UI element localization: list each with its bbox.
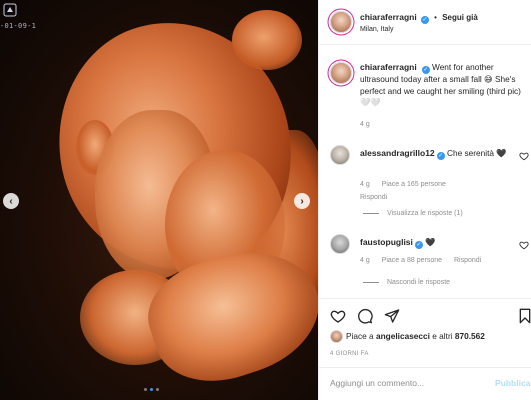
caption-time[interactable]: 4 g	[360, 121, 370, 128]
comment-likes[interactable]: Piace a 88 persone	[382, 257, 442, 264]
chevron-right-icon: ›	[300, 195, 304, 207]
reply-button[interactable]: Rispondi	[360, 194, 387, 201]
add-comment-bar: Pubblica	[319, 367, 531, 400]
liker-username[interactable]: angelicasecci	[376, 331, 430, 341]
post-location[interactable]: Milan, Italy	[360, 26, 393, 33]
scan-logo-icon	[3, 3, 17, 17]
carousel-dot-active	[150, 388, 153, 391]
commenter-username[interactable]: alessandragrillo12	[360, 148, 435, 158]
heart-icon[interactable]	[330, 308, 346, 324]
caption-avatar[interactable]	[330, 62, 352, 84]
hide-replies-button[interactable]: Nascondi le risposte	[363, 279, 450, 286]
verified-badge-icon: ✓	[421, 66, 430, 74]
post-media[interactable]: -01-09-1 ‹ ›	[0, 0, 318, 400]
previous-slide-button[interactable]: ‹	[3, 193, 19, 209]
comment-like-icon[interactable]	[519, 240, 529, 250]
chevron-left-icon: ‹	[9, 195, 13, 207]
scan-timestamp: -01-09-1	[0, 22, 37, 30]
likes-middle: e altri	[429, 331, 455, 341]
commenter-avatar[interactable]	[330, 145, 350, 165]
divider	[363, 212, 379, 214]
author-avatar[interactable]	[330, 11, 352, 33]
reply-button[interactable]: Rispondi	[454, 257, 481, 264]
carousel-indicators	[144, 388, 159, 391]
comment-text: Che serenità 🖤	[446, 148, 507, 158]
post-age[interactable]: 4 GIORNI FA	[330, 351, 369, 357]
publish-button[interactable]: Pubblica	[495, 378, 530, 388]
post-header: chiaraferragni ✓ • Segui già Milan, Ital…	[319, 0, 531, 45]
comment-likes[interactable]: Piace a 165 persone	[382, 181, 446, 188]
commenter-username[interactable]: faustopuglisi	[360, 237, 413, 247]
view-replies-button[interactable]: Visualizza le risposte (1)	[363, 210, 463, 217]
comment-like-icon[interactable]	[519, 151, 529, 161]
following-button[interactable]: Segui già	[442, 13, 478, 22]
comment-input[interactable]	[330, 378, 490, 388]
bookmark-icon[interactable]	[517, 308, 531, 324]
verified-badge-icon: ✓	[436, 152, 445, 160]
separator-dot: •	[434, 13, 437, 22]
comment-time[interactable]: 4 g	[360, 181, 370, 188]
comment-bubble-icon[interactable]	[357, 308, 373, 324]
next-slide-button[interactable]: ›	[294, 193, 310, 209]
verified-badge-icon: ✓	[414, 241, 423, 249]
comment-time[interactable]: 4 g	[360, 257, 370, 264]
carousel-dot	[144, 388, 147, 391]
ultrasound-image	[0, 0, 318, 400]
view-replies-label: Visualizza le risposte (1)	[387, 210, 463, 217]
comment-text: 🖤	[425, 237, 436, 247]
post-actions-bar	[319, 298, 531, 334]
carousel-dot	[156, 388, 159, 391]
likes-prefix: Piace a	[346, 331, 376, 341]
caption-username[interactable]: chiaraferragni	[360, 62, 417, 72]
author-username[interactable]: chiaraferragni	[360, 12, 417, 22]
commenter-avatar[interactable]	[330, 234, 350, 254]
liker-avatar	[330, 330, 343, 343]
likes-count[interactable]: 870.562	[455, 331, 485, 341]
post-side-panel: chiaraferragni ✓ • Segui già Milan, Ital…	[318, 0, 531, 400]
verified-badge-icon: ✓	[420, 16, 429, 24]
paper-plane-icon[interactable]	[384, 308, 400, 324]
divider	[363, 281, 379, 283]
hide-replies-label: Nascondi le risposte	[387, 279, 451, 286]
